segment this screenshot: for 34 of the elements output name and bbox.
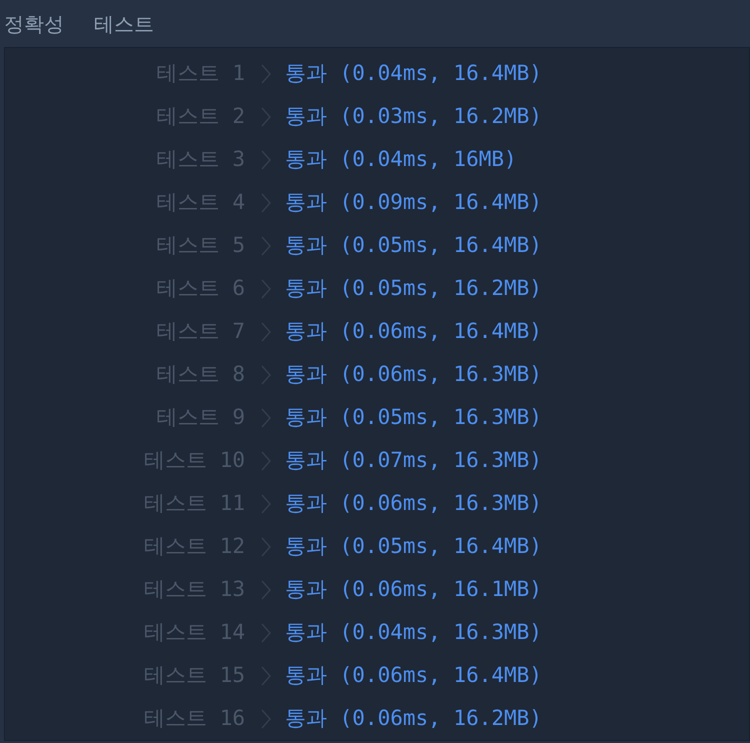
chevron-right-icon	[259, 62, 273, 84]
test-result: 통과 (0.07ms, 16.3MB)	[285, 446, 542, 474]
test-result: 통과 (0.05ms, 16.2MB)	[285, 274, 542, 302]
chevron-right-icon	[259, 406, 273, 428]
chevron-right-icon	[259, 192, 273, 214]
chevron-right-icon	[259, 578, 273, 600]
test-result: 통과 (0.05ms, 16.3MB)	[285, 404, 542, 431]
chevron-right-icon	[259, 450, 273, 472]
test-result: 통과 (0.06ms, 16.4MB)	[285, 662, 542, 689]
section-subtitle: 테스트	[94, 10, 154, 38]
chevron-right-icon	[259, 320, 273, 342]
chevron-right-icon	[259, 278, 273, 300]
chevron-right-icon	[259, 148, 273, 170]
test-result: 통과 (0.04ms, 16MB)	[285, 146, 517, 173]
chevron-right-icon	[259, 234, 273, 256]
chevron-right-icon	[259, 622, 273, 644]
chevron-right-icon	[259, 492, 273, 514]
test-result: 통과 (0.06ms, 16.4MB)	[285, 318, 542, 345]
chevron-right-icon	[259, 536, 273, 558]
test-result: 통과 (0.06ms, 16.2MB)	[285, 704, 542, 732]
test-result: 통과 (0.06ms, 16.3MB)	[285, 360, 542, 388]
section-title: 정확성	[4, 10, 64, 38]
test-result: 통과 (0.06ms, 16.1MB)	[285, 576, 542, 603]
test-result: 통과 (0.04ms, 16.3MB)	[285, 618, 542, 646]
test-result: 통과 (0.09ms, 16.4MB)	[285, 188, 542, 216]
test-result: 통과 (0.04ms, 16.4MB)	[285, 60, 542, 87]
chevron-right-icon	[259, 364, 273, 386]
chevron-right-icon	[259, 106, 273, 128]
test-result: 통과 (0.05ms, 16.4MB)	[285, 232, 542, 259]
test-result: 통과 (0.06ms, 16.3MB)	[285, 490, 542, 517]
test-result: 통과 (0.03ms, 16.2MB)	[285, 102, 542, 130]
test-result: 통과 (0.05ms, 16.4MB)	[285, 532, 542, 560]
chevron-right-icon	[259, 708, 273, 730]
chevron-right-icon	[259, 664, 273, 686]
